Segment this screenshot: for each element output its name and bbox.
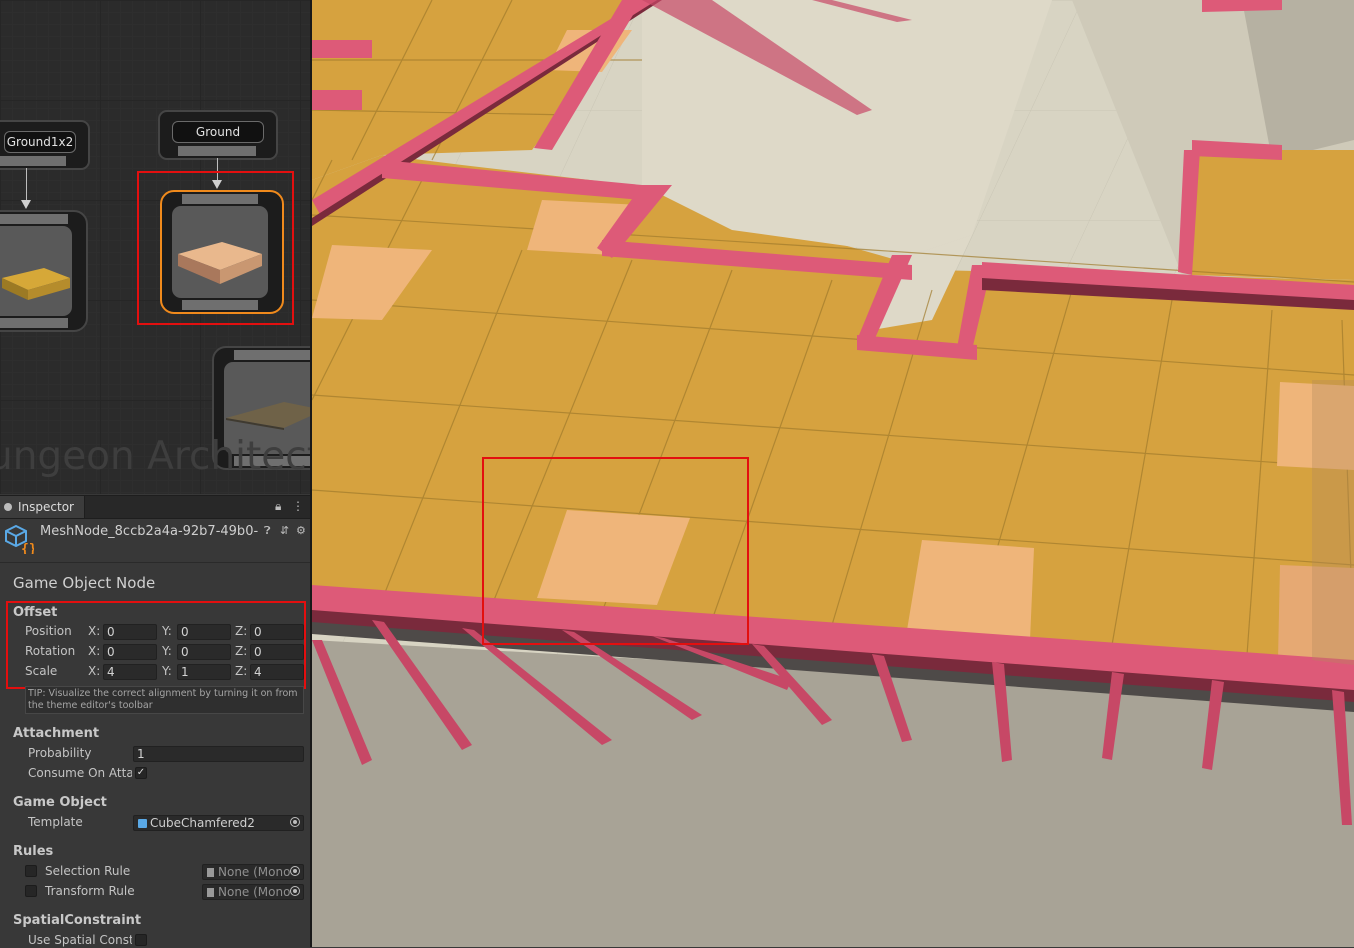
presets-icon[interactable]: ⇵	[280, 524, 289, 537]
consume-on-attach-checkbox[interactable]: ✓	[135, 767, 147, 779]
rules-title: Rules	[13, 844, 54, 859]
tab-inspector[interactable]: Inspector	[0, 496, 85, 518]
connection-wire	[217, 158, 218, 180]
slab-thumbnail-icon	[178, 242, 262, 284]
rotation-label: Rotation	[25, 644, 76, 658]
object-picker-icon[interactable]	[290, 886, 300, 896]
probability-label: Probability	[28, 746, 92, 760]
axis-y-label: Y:	[162, 644, 172, 658]
dungeon-floor-render	[312, 0, 1354, 947]
connection-arrow-icon	[21, 200, 31, 209]
transform-rule-field[interactable]: None (Mono	[202, 884, 304, 900]
consume-on-attach-label: Consume On Attac	[28, 766, 132, 780]
script-icon	[207, 888, 214, 897]
scale-label: Scale	[25, 664, 58, 678]
probability-field[interactable]: 1	[133, 746, 304, 762]
position-y-field[interactable]: 0	[177, 624, 231, 640]
input-pin[interactable]	[234, 350, 310, 360]
position-x-field[interactable]: 0	[103, 624, 157, 640]
object-picker-icon[interactable]	[290, 866, 300, 876]
mesh-node-ground-selected[interactable]	[160, 190, 284, 314]
selection-rule-value: None (Mono	[218, 865, 291, 879]
selection-rule-label: Selection Rule	[45, 864, 131, 878]
selection-rule-checkbox[interactable]	[25, 865, 37, 877]
prefab-icon	[138, 819, 147, 828]
component-title: Game Object Node	[13, 574, 156, 592]
offset-title: Offset	[13, 605, 58, 620]
gear-icon[interactable]: ⚙	[296, 524, 306, 537]
mesh-preview	[172, 206, 268, 298]
watermark-text: ungeon Architect	[0, 434, 310, 479]
rotation-z-field[interactable]: 0	[250, 644, 304, 660]
attachment-title: Attachment	[13, 726, 100, 741]
axis-z-label: Z:	[235, 644, 248, 658]
help-icon[interactable]: ❓︎	[264, 524, 271, 538]
axis-x-label: X:	[88, 624, 101, 638]
scale-x-field[interactable]: 4	[103, 664, 157, 680]
scale-y-field[interactable]: 1	[177, 664, 231, 680]
rotation-y-field[interactable]: 0	[177, 644, 231, 660]
output-pin[interactable]	[182, 300, 258, 310]
transform-rule-checkbox[interactable]	[25, 885, 37, 897]
connection-wire	[26, 168, 27, 202]
position-label: Position	[25, 624, 72, 638]
template-field[interactable]: CubeChamfered2	[133, 815, 304, 831]
scale-z-field[interactable]: 4	[250, 664, 304, 680]
mesh-preview	[0, 226, 72, 316]
input-pin[interactable]	[0, 214, 68, 224]
position-z-field[interactable]: 0	[250, 624, 304, 640]
scene-view[interactable]	[312, 0, 1354, 947]
transform-rule-label: Transform Rule	[45, 884, 135, 898]
script-icon	[207, 868, 214, 877]
tab-label: Inspector	[18, 500, 74, 514]
axis-x-label: X:	[88, 664, 101, 678]
output-pin[interactable]	[0, 318, 68, 328]
selection-rule-field[interactable]: None (Mono	[202, 864, 304, 880]
transform-rule-value: None (Mono	[218, 885, 291, 899]
use-spatial-constraint-checkbox[interactable]	[135, 934, 147, 946]
axis-y-label: Y:	[162, 624, 172, 638]
lock-icon[interactable]: 🔒︎	[275, 499, 281, 514]
kebab-menu-icon[interactable]: ⋮	[292, 499, 304, 513]
node-label: Ground	[172, 121, 264, 143]
axis-y-label: Y:	[162, 664, 172, 678]
object-name: MeshNode_8ccb2a4a-92b7-49b0-	[40, 524, 259, 539]
use-spatial-constraint-label: Use Spatial Constr	[28, 933, 132, 947]
tip-box: TIP: Visualize the correct alignment by …	[25, 686, 304, 714]
theme-graph-editor[interactable]: Ground1x2 Ground ungeon Architect	[0, 0, 310, 494]
template-label: Template	[28, 815, 83, 829]
axis-z-label: Z:	[235, 664, 248, 678]
node-label: Ground1x2	[4, 131, 76, 153]
mesh-node-ground1x2[interactable]	[0, 210, 88, 332]
output-pin[interactable]	[178, 146, 256, 156]
axis-z-label: Z:	[235, 624, 248, 638]
script-object-icon: {}	[5, 524, 34, 554]
axis-x-label: X:	[88, 644, 101, 658]
header-divider	[0, 562, 310, 563]
spatial-constraint-title: SpatialConstraint	[13, 913, 142, 928]
slab-thumbnail-icon	[2, 268, 70, 300]
template-value: CubeChamfered2	[150, 816, 255, 830]
output-pin[interactable]	[0, 156, 66, 166]
inspector-tab-bar: Inspector 🔒︎ ⋮	[0, 496, 310, 519]
rotation-x-field[interactable]: 0	[103, 644, 157, 660]
game-object-title: Game Object	[13, 795, 107, 810]
connection-arrow-icon	[212, 180, 222, 189]
inspector-icon	[4, 503, 12, 511]
svg-text:{}: {}	[21, 542, 34, 554]
inspector-panel: Inspector 🔒︎ ⋮ {} MeshNode_8ccb2a4a-92b7…	[0, 495, 310, 948]
object-picker-icon[interactable]	[290, 817, 300, 827]
input-pin[interactable]	[182, 194, 258, 204]
